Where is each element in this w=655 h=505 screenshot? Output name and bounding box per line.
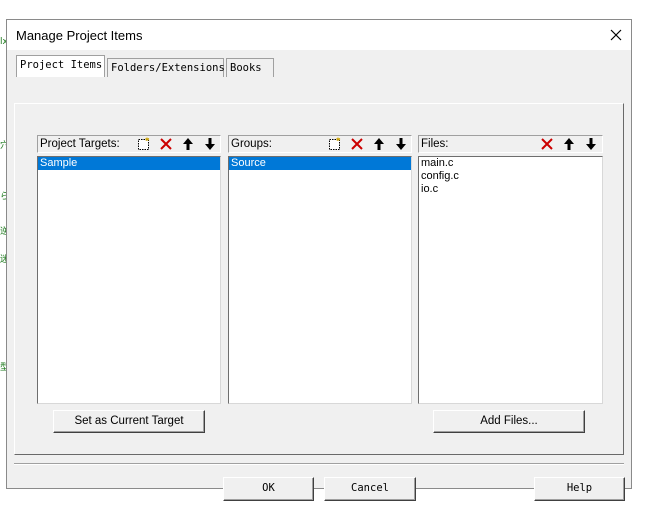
arrow-up-icon [374, 138, 384, 150]
close-icon [610, 29, 622, 41]
arrow-down-icon [586, 138, 596, 150]
cancel-button[interactable]: Cancel [324, 477, 416, 501]
add-files-button[interactable]: Add Files... [433, 410, 585, 433]
list-item[interactable]: config.c [419, 170, 602, 183]
delete-file-button[interactable] [537, 136, 557, 152]
help-button[interactable]: Help [534, 477, 625, 501]
list-item[interactable]: Source [229, 157, 411, 170]
project-targets-label: Project Targets: [40, 138, 120, 150]
move-group-up-button[interactable] [369, 136, 389, 152]
delete-icon [351, 138, 363, 150]
arrow-up-icon [564, 138, 574, 150]
files-list[interactable]: main.c config.c io.c [418, 156, 603, 404]
groups-label: Groups: [231, 138, 272, 150]
new-group-button[interactable] [325, 136, 345, 152]
files-label: Files: [421, 138, 449, 150]
arrow-up-icon [183, 138, 193, 150]
ok-button[interactable]: OK [223, 477, 314, 501]
list-item[interactable]: io.c [419, 183, 602, 196]
title-bar[interactable]: Manage Project Items [7, 20, 631, 50]
list-item[interactable]: Sample [38, 157, 220, 170]
move-file-down-button[interactable] [581, 136, 601, 152]
groups-header: Groups: [228, 135, 412, 153]
new-item-icon [138, 137, 150, 150]
delete-group-button[interactable] [347, 136, 367, 152]
arrow-down-icon [205, 138, 215, 150]
new-item-icon [329, 137, 341, 150]
project-targets-header: Project Targets: [37, 135, 221, 153]
arrow-down-icon [396, 138, 406, 150]
tab-books[interactable]: Books [226, 58, 274, 77]
dialog-title: Manage Project Items [16, 28, 143, 43]
set-current-target-button[interactable]: Set as Current Target [53, 410, 205, 433]
files-header: Files: [418, 135, 603, 153]
list-item[interactable]: main.c [419, 157, 602, 170]
tab-project-items[interactable]: Project Items [16, 55, 105, 77]
project-targets-list[interactable]: Sample [37, 156, 221, 404]
new-target-button[interactable] [134, 136, 154, 152]
footer-separator [14, 463, 624, 465]
tab-folders-extensions[interactable]: Folders/Extensions [107, 58, 225, 77]
dialog-client-area: Project Items Folders/Extensions Books P… [7, 50, 631, 501]
delete-icon [160, 138, 172, 150]
manage-project-items-dialog: Manage Project Items Project Items Folde… [6, 19, 632, 501]
groups-list[interactable]: Source [228, 156, 412, 404]
move-target-up-button[interactable] [178, 136, 198, 152]
delete-icon [541, 138, 553, 150]
move-target-down-button[interactable] [200, 136, 220, 152]
move-group-down-button[interactable] [391, 136, 411, 152]
move-file-up-button[interactable] [559, 136, 579, 152]
close-button[interactable] [601, 20, 631, 50]
delete-target-button[interactable] [156, 136, 176, 152]
